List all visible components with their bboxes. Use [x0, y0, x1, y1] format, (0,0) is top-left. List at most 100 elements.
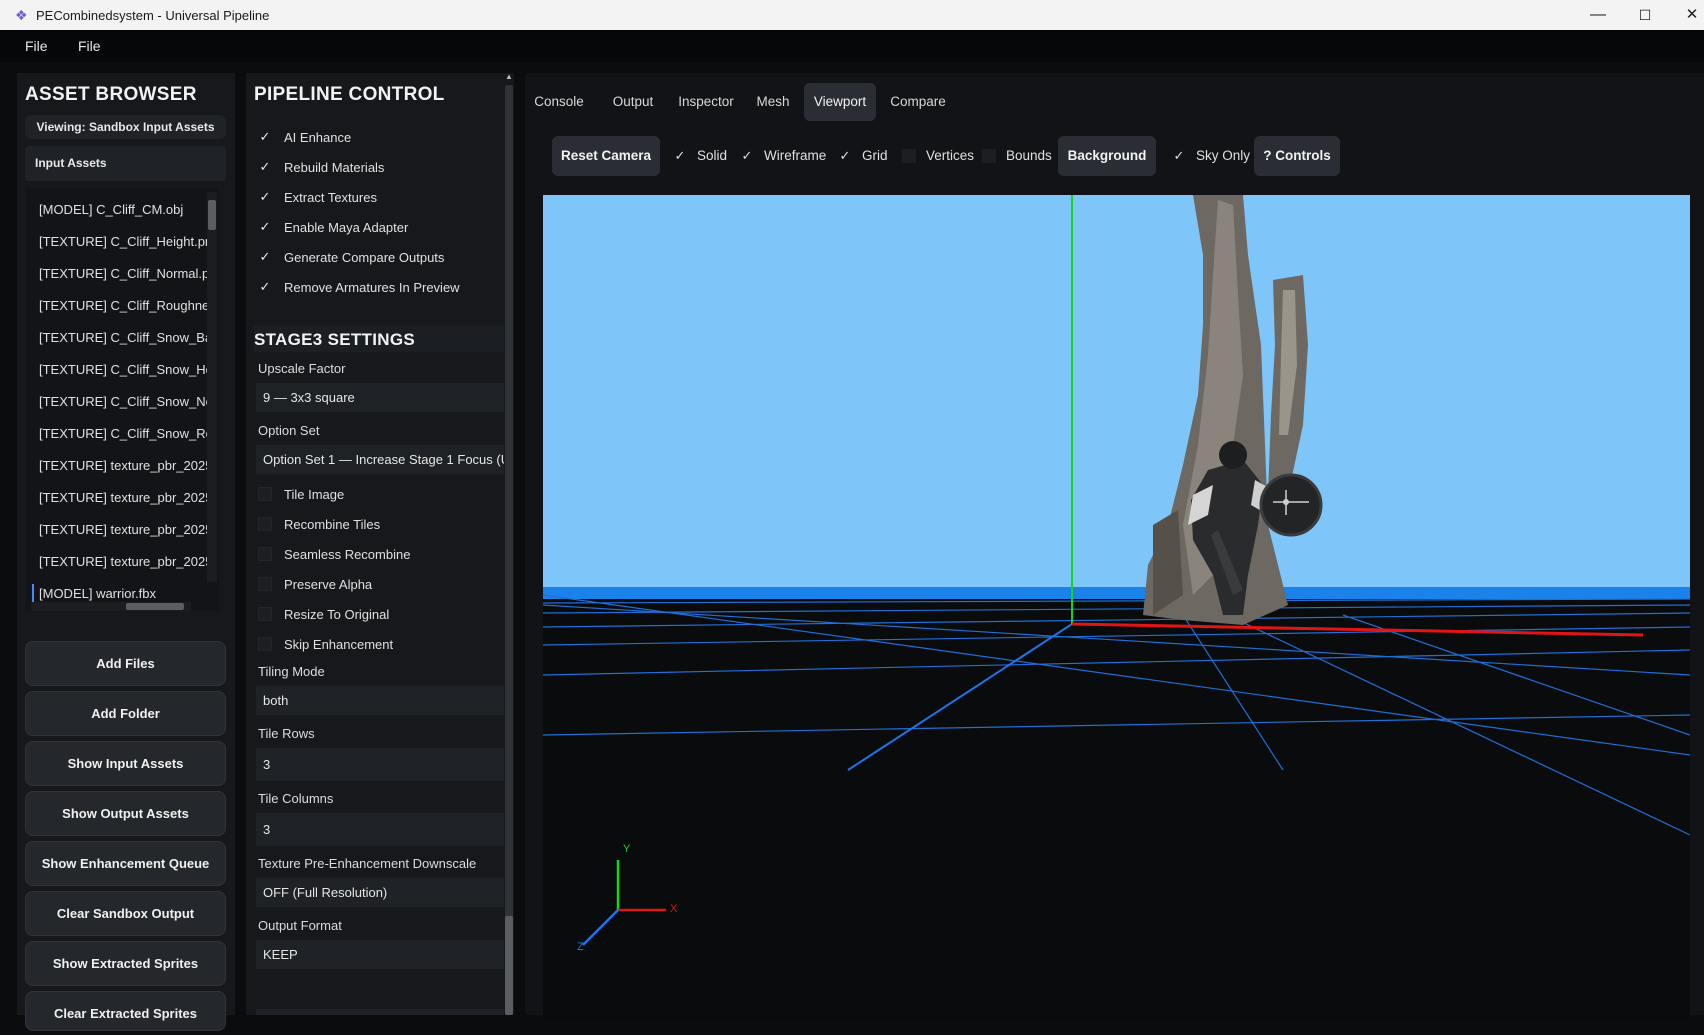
tab-console[interactable]: Console — [534, 83, 584, 121]
list-item[interactable]: [TEXTURE] texture_pbr_20250 — [39, 522, 214, 537]
output-format-select[interactable]: KEEP — [256, 940, 504, 969]
check-icon[interactable]: ✓ — [258, 130, 272, 144]
list-vscrollbar[interactable] — [207, 192, 217, 582]
list-hscroll-thumb[interactable] — [126, 603, 184, 610]
checkbox-box[interactable] — [258, 547, 272, 561]
tab-mesh[interactable]: Mesh — [751, 83, 795, 121]
background-button[interactable]: Background — [1058, 136, 1156, 176]
list-item[interactable]: [TEXTURE] texture_pbr_20250 — [39, 458, 214, 473]
viewing-label: Viewing: Sandbox Input Assets — [25, 115, 226, 139]
clear-extracted-sprites-button[interactable]: Clear Extracted Sprites — [25, 991, 226, 1031]
tab-output[interactable]: Output — [608, 83, 658, 121]
menu-file[interactable]: File — [25, 38, 48, 54]
viewport-canvas[interactable] — [543, 195, 1690, 1020]
list-item[interactable]: [TEXTURE] C_Cliff_Snow_Height.png — [39, 362, 214, 377]
controls-help-button[interactable]: ? Controls — [1254, 136, 1340, 176]
downscale-select[interactable]: OFF (Full Resolution) — [256, 878, 504, 907]
scroll-up-icon[interactable]: ▲ — [505, 73, 513, 81]
pipeline-vscroll-thumb[interactable] — [505, 916, 513, 1015]
tab-inspector[interactable]: Inspector — [674, 83, 738, 121]
check-icon[interactable]: ✓ — [838, 136, 852, 176]
asset-browser-panel: ASSET BROWSER Viewing: Sandbox Input Ass… — [17, 73, 235, 1031]
upscale-factor-label: Upscale Factor — [258, 361, 346, 376]
check-icon[interactable]: ✓ — [258, 280, 272, 294]
window-title: PECombinedsystem - Universal Pipeline — [36, 8, 270, 23]
stage3-settings-title: STAGE3 SETTINGS — [254, 330, 415, 349]
tile-rows-input[interactable]: 3 — [256, 748, 504, 781]
minimize-icon[interactable]: — — [1587, 4, 1609, 26]
pipeline-control-title: PIPELINE CONTROL — [254, 84, 445, 105]
tiling-mode-select[interactable]: both — [256, 686, 504, 715]
output-format-label: Output Format — [258, 918, 342, 933]
asset-browser-title: ASSET BROWSER — [25, 84, 197, 105]
checkbox-box[interactable] — [902, 149, 916, 163]
option-set-label: Option Set — [258, 423, 320, 438]
maximize-icon[interactable]: ☐ — [1634, 4, 1656, 26]
gizmo-z-label: Z — [577, 941, 584, 953]
checkbox-box[interactable] — [258, 637, 272, 651]
show-output-assets-button[interactable]: Show Output Assets — [25, 791, 226, 836]
sky-only-toggle[interactable]: ✓ Sky Only — [1172, 136, 1252, 176]
list-hscrollbar[interactable] — [31, 602, 191, 611]
pipeline-control-panel: PIPELINE CONTROL ✓ AI Enhance ✓ Rebuild Ma… — [246, 73, 504, 1015]
list-item-selected[interactable]: [MODEL] warrior.fbx — [39, 586, 214, 601]
next-field-partial[interactable] — [256, 1009, 504, 1015]
asset-list[interactable]: [MODEL] C_Cliff_CM.obj [TEXTURE] C_Cliff… — [26, 188, 219, 611]
check-icon[interactable]: ✓ — [1172, 136, 1186, 176]
list-item[interactable]: [TEXTURE] C_Cliff_Snow_Roughness.png — [39, 426, 214, 441]
close-icon[interactable]: ✕ — [1681, 4, 1703, 26]
sky-background — [543, 195, 1690, 587]
horizon-band — [543, 587, 1690, 599]
vertices-toggle[interactable]: Vertices — [902, 136, 992, 176]
app-icon: ❖ — [15, 7, 28, 23]
checkbox-box[interactable] — [258, 517, 272, 531]
pipeline-vscroll-track[interactable] — [505, 85, 513, 925]
checkbox-box[interactable] — [258, 487, 272, 501]
tile-rows-label: Tile Rows — [258, 726, 315, 741]
tile-columns-input[interactable]: 3 — [256, 813, 504, 846]
menu-file-2[interactable]: File — [78, 38, 101, 54]
list-item[interactable]: [TEXTURE] C_Cliff_Normal.png — [39, 266, 214, 281]
check-icon[interactable]: ✓ — [258, 190, 272, 204]
downscale-label: Texture Pre-Enhancement Downscale — [258, 856, 477, 871]
check-icon[interactable]: ✓ — [740, 136, 754, 176]
3d-viewport[interactable]: Y X Z — [543, 195, 1690, 1020]
list-item[interactable]: [TEXTURE] texture_pbr_20250 — [39, 490, 214, 505]
show-extracted-sprites-button[interactable]: Show Extracted Sprites — [25, 941, 226, 986]
tab-compare[interactable]: Compare — [885, 83, 951, 121]
tab-viewport[interactable]: Viewport — [804, 83, 876, 121]
list-item[interactable]: [TEXTURE] C_Cliff_Snow_Normal.png — [39, 394, 214, 409]
selection-indicator — [32, 584, 34, 604]
option-set-select[interactable]: Option Set 1 — Increase Stage 1 Focus (U… — [256, 445, 504, 474]
ground-plane — [543, 587, 1690, 1020]
gizmo-x-label: X — [670, 903, 678, 915]
list-vscroll-thumb[interactable] — [208, 200, 216, 230]
show-input-assets-button[interactable]: Show Input Assets — [25, 741, 226, 786]
grid-toggle[interactable]: ✓ Grid — [838, 136, 898, 176]
list-item[interactable]: [TEXTURE] C_Cliff_Roughness.png — [39, 298, 214, 313]
checkbox-box[interactable] — [982, 149, 996, 163]
checkbox-box[interactable] — [258, 577, 272, 591]
check-icon[interactable]: ✓ — [258, 160, 272, 174]
menubar: File File — [0, 30, 1704, 62]
pipeline-vscrollbar[interactable]: ▲ — [504, 73, 514, 1015]
upscale-factor-select[interactable]: 9 — 3x3 square — [256, 383, 504, 412]
add-files-button[interactable]: Add Files — [25, 641, 226, 686]
list-item[interactable]: [TEXTURE] C_Cliff_Snow_BaseColor.png — [39, 330, 214, 345]
wireframe-toggle[interactable]: ✓ Wireframe — [740, 136, 830, 176]
tiling-mode-label: Tiling Mode — [258, 664, 325, 679]
check-icon[interactable]: ✓ — [673, 136, 687, 176]
add-folder-button[interactable]: Add Folder — [25, 691, 226, 736]
solid-toggle[interactable]: ✓ Solid — [673, 136, 743, 176]
bounds-toggle[interactable]: Bounds — [982, 136, 1062, 176]
check-icon[interactable]: ✓ — [258, 250, 272, 264]
list-item[interactable]: [MODEL] C_Cliff_CM.obj — [39, 202, 214, 217]
check-icon[interactable]: ✓ — [258, 220, 272, 234]
show-enhancement-queue-button[interactable]: Show Enhancement Queue — [25, 841, 226, 886]
checkbox-box[interactable] — [258, 607, 272, 621]
input-assets-header: Input Assets — [25, 146, 226, 181]
clear-sandbox-output-button[interactable]: Clear Sandbox Output — [25, 891, 226, 936]
list-item[interactable]: [TEXTURE] texture_pbr_20250 — [39, 554, 214, 569]
list-item[interactable]: [TEXTURE] C_Cliff_Height.png — [39, 234, 214, 249]
reset-camera-button[interactable]: Reset Camera — [552, 136, 660, 176]
